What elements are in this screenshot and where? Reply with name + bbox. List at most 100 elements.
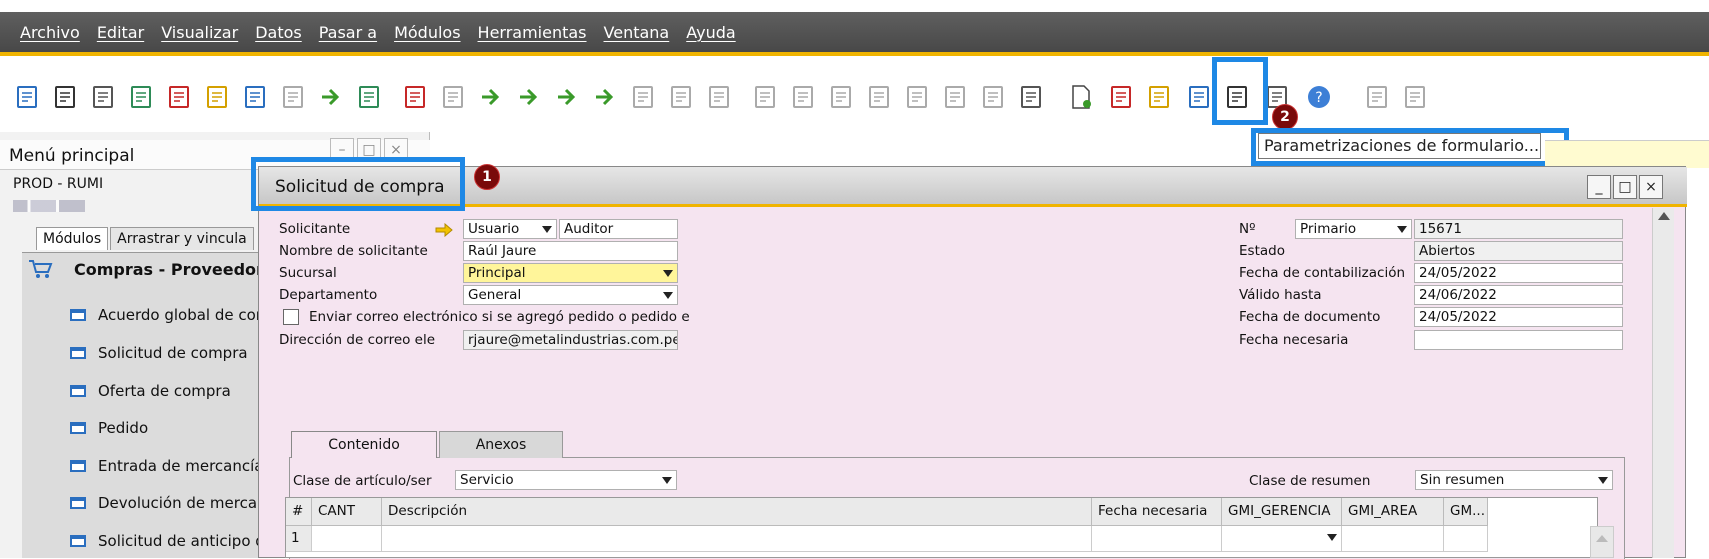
module-label: Compras - Proveedor (74, 259, 264, 279)
series-select[interactable]: Primario (1295, 219, 1412, 239)
target-document-icon[interactable] (790, 84, 816, 110)
column-header-4[interactable]: GMI_GERENCIA (1222, 498, 1342, 526)
gross-profit-icon[interactable] (828, 84, 854, 110)
tab-contenido[interactable]: Contenido (291, 431, 437, 458)
sidebar-item-0[interactable]: Acuerdo global de cor (70, 306, 270, 324)
module-compras[interactable]: Compras - Proveedor (28, 258, 264, 280)
column-header-0[interactable]: # (286, 498, 312, 526)
branch-select[interactable]: Principal (463, 263, 678, 283)
document-date-input[interactable]: 24/05/2022 (1414, 307, 1623, 327)
form-close-button[interactable]: × (1639, 175, 1663, 199)
step-badge-1: 1 (474, 164, 500, 190)
tab-anexos[interactable]: Anexos (439, 431, 563, 458)
summary-type-select[interactable]: Sin resumen (1415, 470, 1613, 490)
row-number: 1 (286, 526, 312, 552)
settings-b-icon[interactable] (1402, 84, 1428, 110)
email-icon[interactable] (90, 84, 116, 110)
table-cell[interactable] (382, 526, 1092, 552)
sort-icon[interactable] (706, 84, 732, 110)
menu-editar[interactable]: Editar (97, 23, 144, 42)
menu-ayuda[interactable]: Ayuda (686, 23, 735, 42)
window-icon (70, 497, 86, 509)
filter-icon[interactable] (668, 84, 694, 110)
table-cell[interactable] (1092, 526, 1222, 552)
base-document-icon[interactable] (752, 84, 778, 110)
menu-datos[interactable]: Datos (255, 23, 302, 42)
last-record-icon[interactable] (592, 84, 618, 110)
form-tabs: Contenido Anexos (291, 431, 565, 458)
item-type-select[interactable]: Servicio (455, 470, 677, 490)
column-header-5[interactable]: GMI_AREA (1342, 498, 1444, 526)
window-icon (70, 422, 86, 434)
form-settings-icon[interactable] (1068, 84, 1094, 110)
sidebar-item-4[interactable]: Entrada de mercancía (70, 457, 270, 475)
query-icon[interactable] (1108, 84, 1134, 110)
table-cell[interactable] (312, 526, 382, 552)
payment-means-icon[interactable] (942, 84, 968, 110)
label-valido-hasta: Válido hasta (1239, 287, 1322, 303)
settings-a-icon[interactable] (1364, 84, 1390, 110)
fax-icon[interactable] (166, 84, 192, 110)
previous-record-icon[interactable] (516, 84, 542, 110)
menu-archivo[interactable]: Archivo (20, 23, 80, 42)
preview-icon[interactable] (14, 84, 40, 110)
menu-modulos[interactable]: Módulos (394, 23, 460, 42)
menu-herramientas[interactable]: Herramientas (478, 23, 587, 42)
list-icon[interactable] (440, 84, 466, 110)
column-header-3[interactable]: Fecha necesaria (1092, 498, 1222, 526)
find-icon[interactable] (402, 84, 428, 110)
email-input[interactable]: rjaure@metalindustrias.com.pe (463, 330, 678, 350)
table-cell[interactable] (1342, 526, 1444, 552)
table-scroll-up[interactable] (1590, 526, 1614, 558)
requester-type-select[interactable]: Usuario (463, 219, 557, 239)
layout-designer-icon[interactable] (904, 84, 930, 110)
column-header-6[interactable]: GM... (1444, 498, 1488, 526)
navigate-icon[interactable] (318, 84, 344, 110)
refresh-icon[interactable] (630, 84, 656, 110)
first-record-icon[interactable] (478, 84, 504, 110)
sms-icon[interactable] (128, 84, 154, 110)
next-record-icon[interactable] (554, 84, 580, 110)
export-pdf-icon[interactable] (280, 84, 306, 110)
step-badge-2: 2 (1272, 104, 1298, 130)
volume-weight-icon[interactable] (866, 84, 892, 110)
sidebar-item-3[interactable]: Pedido (70, 419, 270, 437)
label-nombre: Nombre de solicitante (279, 243, 428, 259)
required-date-input[interactable] (1414, 330, 1623, 350)
form-maximize-button[interactable]: □ (1613, 175, 1637, 199)
form-minimize-button[interactable]: _ (1587, 175, 1611, 199)
form-vertical-scrollbar[interactable] (1652, 208, 1674, 558)
sidebar-item-1[interactable]: Solicitud de compra (70, 344, 270, 362)
calendar-icon[interactable] (1146, 84, 1172, 110)
menu-visualizar[interactable]: Visualizar (161, 23, 238, 42)
status-strip (1545, 140, 1709, 168)
lock-icon[interactable] (356, 84, 382, 110)
print-icon[interactable] (52, 84, 78, 110)
posting-date-input[interactable]: 24/05/2022 (1414, 263, 1623, 283)
link-arrow-icon[interactable] (435, 223, 453, 237)
sidebar-item-2[interactable]: Oferta de compra (70, 382, 270, 400)
menu-ventana[interactable]: Ventana (604, 23, 670, 42)
messages-icon[interactable] (1186, 84, 1212, 110)
department-select[interactable]: General (463, 285, 678, 305)
main-menu-tabs: Módulos Arrastrar y vincula (36, 227, 256, 250)
requester-input[interactable]: Auditor (559, 219, 678, 239)
table-cell[interactable] (1444, 526, 1488, 552)
tab-modulos[interactable]: Módulos (36, 227, 109, 250)
help-icon[interactable]: ? (1306, 84, 1332, 110)
sidebar-item-6[interactable]: Solicitud de anticipo d (70, 532, 270, 550)
tab-arrastrar[interactable]: Arrastrar y vincula (110, 227, 254, 250)
table-cell[interactable] (1222, 526, 1342, 552)
relationship-map-icon[interactable] (980, 84, 1006, 110)
sidebar-item-5[interactable]: Devolución de mercar (70, 494, 270, 512)
requester-name-input[interactable]: Raúl Jaure (463, 241, 678, 261)
column-header-2[interactable]: Descripción (382, 498, 1092, 526)
send-email-checkbox[interactable] (283, 309, 299, 325)
cart-icon (29, 260, 53, 278)
valid-until-input[interactable]: 24/06/2022 (1414, 285, 1623, 305)
column-header-1[interactable]: CANT (312, 498, 382, 526)
menu-pasar-a[interactable]: Pasar a (319, 23, 377, 42)
export-excel-icon[interactable] (204, 84, 230, 110)
export-word-icon[interactable] (242, 84, 268, 110)
edit-icon[interactable] (1018, 84, 1044, 110)
